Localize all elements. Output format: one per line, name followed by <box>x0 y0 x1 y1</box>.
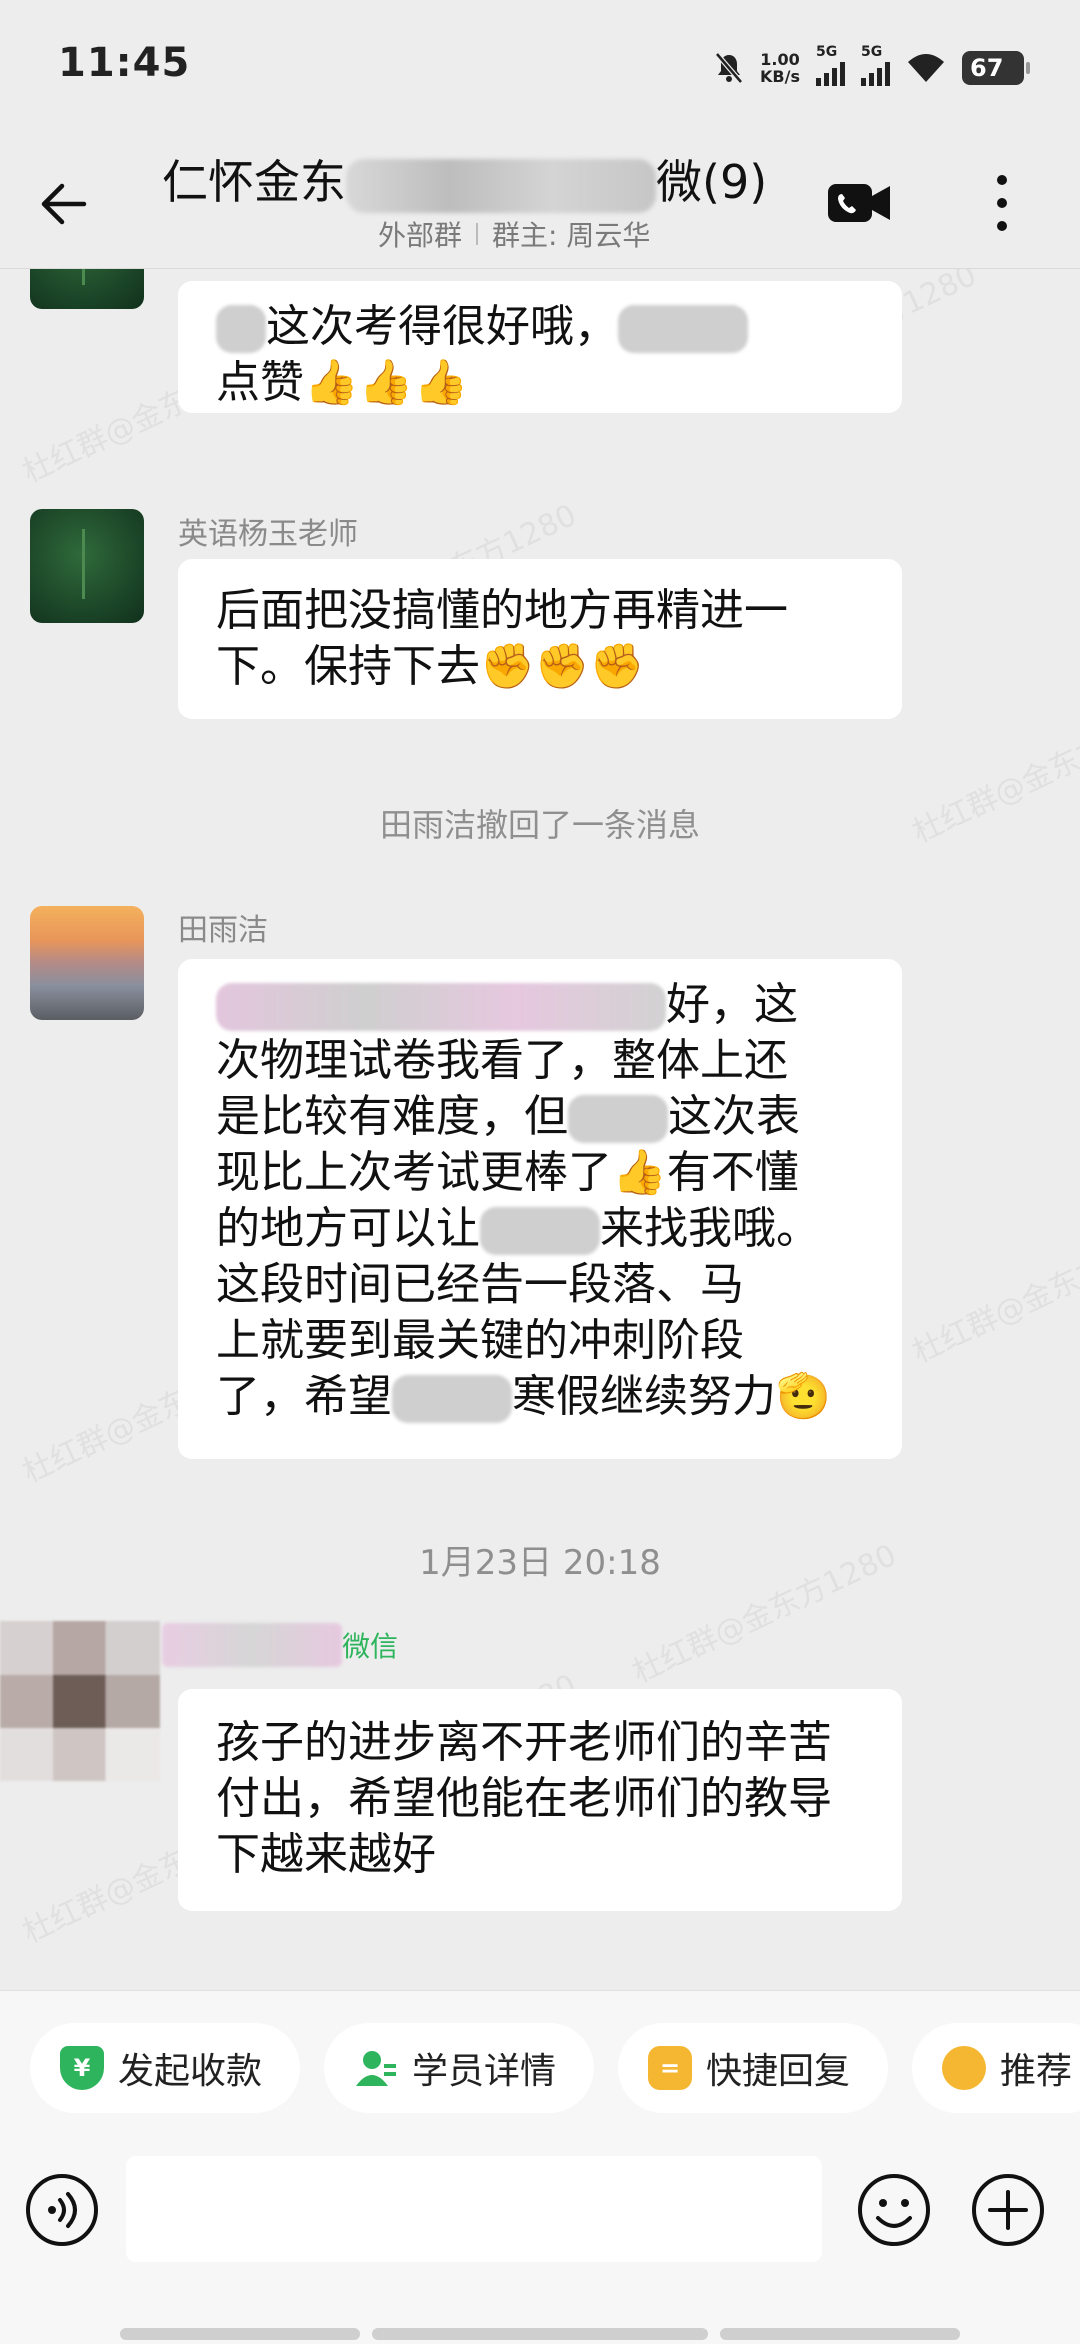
gesture-navigation-bar <box>0 2314 1080 2344</box>
video-call-icon[interactable] <box>826 180 892 226</box>
battery-indicator: 67 <box>962 51 1030 85</box>
redacted-text <box>480 1207 600 1255</box>
sender-name: 微信 <box>162 1623 398 1667</box>
avatar[interactable] <box>30 509 144 623</box>
message-input[interactable] <box>126 2156 822 2262</box>
chat-header: 仁怀金东 微(9) 外部群 群主: 周云华 <box>0 140 1080 269</box>
quick-action-quick-reply[interactable]: = 快捷回复 <box>618 2023 888 2113</box>
chat-message-list[interactable]: 杜红群@金东方1280 杜红群@金东方1280 杜红群@金东方1280 杜红群@… <box>0 269 1080 1989</box>
quick-reply-icon: = <box>648 2046 692 2090</box>
message-bubble[interactable]: 孩子的进步离不开老师们的辛苦付出，希望他能在老师们的教导下越来越好 <box>178 1689 902 1911</box>
redacted-text <box>216 983 666 1031</box>
signal-5g-1-icon: 5G <box>816 44 845 86</box>
emoji-icon[interactable] <box>856 2172 932 2248</box>
avatar[interactable] <box>30 906 144 1020</box>
message-bubble[interactable]: 好，这 次物理试卷我看了，整体上还 是比较有难度，但 这次表 现比上次考试更棒了👍… <box>178 959 902 1459</box>
timestamp-divider: 1月23日 20:18 <box>419 1543 661 1583</box>
group-subtitle: 外部群 群主: 周云华 <box>378 214 650 254</box>
group-title[interactable]: 仁怀金东 微(9) <box>162 146 812 213</box>
more-options-icon[interactable] <box>982 168 1022 238</box>
redacted-text <box>162 1623 342 1667</box>
input-bar <box>0 2144 1080 2344</box>
group-owner-label: 群主: 周云华 <box>492 219 651 252</box>
plus-icon[interactable] <box>970 2172 1046 2248</box>
back-arrow-icon[interactable] <box>36 176 92 232</box>
wifi-icon <box>908 54 944 82</box>
quick-actions-bar: ¥ 发起收款 学员详情 = 快捷回复 推荐 <box>0 1990 1080 2145</box>
group-type-label: 外部群 <box>378 219 463 252</box>
recommend-icon <box>942 2046 986 2090</box>
status-bar: 11:45 1.00 KB/s 5G 5G 67 <box>0 0 1080 140</box>
quick-action-recommend[interactable]: 推荐 <box>912 2023 1080 2113</box>
shield-yuan-icon: ¥ <box>60 2046 104 2090</box>
avatar[interactable] <box>0 1621 160 1781</box>
quick-action-student-details[interactable]: 学员详情 <box>324 2023 594 2113</box>
net-speed: 1.00 KB/s <box>760 50 800 86</box>
redacted-text <box>618 305 748 353</box>
redacted-text <box>216 305 266 353</box>
signal-5g-2-icon: 5G <box>861 44 890 86</box>
user-card-icon <box>354 2046 398 2090</box>
recall-notice: 田雨洁撤回了一条消息 <box>379 806 700 844</box>
redacted-text <box>568 1095 668 1143</box>
quick-action-collect-payment[interactable]: ¥ 发起收款 <box>30 2023 300 2113</box>
status-time: 11:45 <box>58 40 191 86</box>
sender-name: 田雨洁 <box>178 913 268 948</box>
message-bubble[interactable]: 这次考得很好哦， 点赞👍👍👍 <box>178 281 902 413</box>
redacted-text <box>392 1375 512 1423</box>
mute-bell-icon <box>715 52 743 84</box>
avatar[interactable] <box>30 269 144 309</box>
redacted-title-part <box>346 158 656 213</box>
sender-name: 英语杨玉老师 <box>178 517 358 552</box>
watermark: 杜红群@金东方1280 <box>907 1217 1080 1371</box>
divider <box>476 223 479 245</box>
message-bubble[interactable]: 后面把没搞懂的地方再精进一下。保持下去✊✊✊ <box>178 559 902 719</box>
voice-input-icon[interactable] <box>24 2172 100 2248</box>
status-icons: 1.00 KB/s 5G 5G 67 <box>714 44 1030 90</box>
